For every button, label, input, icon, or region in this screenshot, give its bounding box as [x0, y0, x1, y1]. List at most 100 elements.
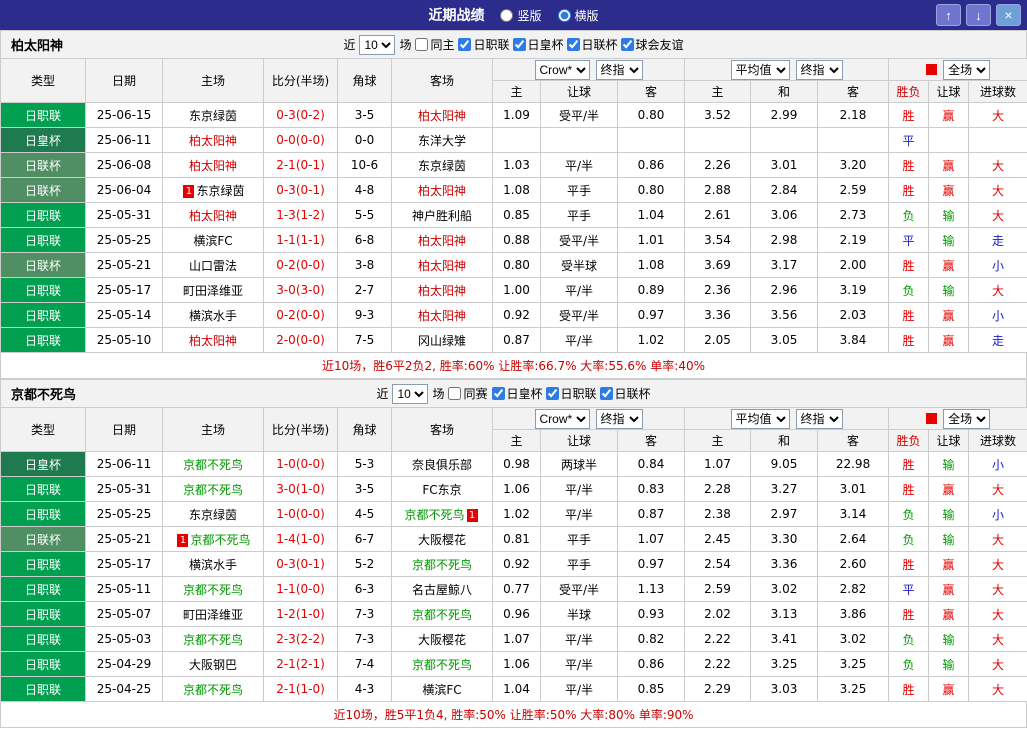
- league-checkbox[interactable]: [458, 38, 472, 51]
- home-team-link[interactable]: 京都不死鸟: [183, 583, 243, 597]
- home-team-link[interactable]: 柏太阳神: [189, 134, 237, 148]
- away-team-link[interactable]: 神户胜利船: [412, 209, 472, 223]
- same-checkbox[interactable]: [415, 38, 429, 51]
- away-team-cell: 大阪樱花: [391, 526, 493, 552]
- away-team-link[interactable]: 柏太阳神: [418, 309, 466, 323]
- layout-option-horizontal[interactable]: 横版: [557, 7, 599, 24]
- move-up-button[interactable]: ↑: [936, 4, 961, 26]
- home-team-link[interactable]: 柏太阳神: [189, 159, 237, 173]
- scope-select[interactable]: 全场: [943, 59, 991, 80]
- bookmaker-select[interactable]: Crow*: [534, 59, 590, 80]
- scope-select[interactable]: 全场: [943, 408, 991, 429]
- home-team-link[interactable]: 京都不死鸟: [183, 483, 243, 497]
- avg-odds-cell: 3.02: [817, 626, 890, 652]
- away-team-link[interactable]: FC东京: [422, 483, 461, 497]
- league-checkbox[interactable]: [491, 387, 505, 400]
- home-team-link[interactable]: 横滨水手: [189, 309, 237, 323]
- layout-option-vertical[interactable]: 竖版: [500, 7, 542, 24]
- average-stage-select[interactable]: 终指: [795, 59, 843, 80]
- league-filter[interactable]: 日职联: [545, 385, 597, 402]
- vertical-layout-radio[interactable]: [500, 8, 514, 22]
- home-team-link[interactable]: 町田泽维亚: [183, 284, 243, 298]
- home-team-link[interactable]: 京都不死鸟: [190, 533, 250, 547]
- odds-stage-select[interactable]: 终指: [595, 59, 643, 80]
- recent-label: 近: [376, 387, 389, 401]
- bookmaker-select[interactable]: Crow*: [534, 408, 590, 429]
- league-filter[interactable]: 日皇杯: [491, 385, 543, 402]
- home-team-link[interactable]: 柏太阳神: [189, 209, 237, 223]
- league-checkbox[interactable]: [545, 387, 559, 400]
- league-checkbox[interactable]: [512, 38, 526, 51]
- home-team-link[interactable]: 京都不死鸟: [183, 683, 243, 697]
- col-date: 日期: [85, 58, 163, 103]
- home-team-link[interactable]: 东京绿茵: [189, 109, 237, 123]
- league-filter[interactable]: 球会友谊: [620, 36, 684, 53]
- home-team-link[interactable]: 东京绿茵: [189, 508, 237, 522]
- away-team-link[interactable]: 东洋大学: [418, 134, 466, 148]
- away-team-link[interactable]: 柏太阳神: [418, 259, 466, 273]
- match-row: 日联杯 25-06-08 柏太阳神 2-1(0-1) 10-6 东京绿茵 1.03 平/半 0.…: [0, 152, 1027, 178]
- away-team-link[interactable]: 京都不死鸟: [404, 508, 464, 522]
- odds-stage-select[interactable]: 终指: [595, 408, 643, 429]
- home-team-link[interactable]: 京都不死鸟: [183, 458, 243, 472]
- away-team-link[interactable]: 柏太阳神: [418, 109, 466, 123]
- col-type: 类型: [0, 58, 86, 103]
- odds-cell: [492, 127, 541, 153]
- date-cell: 25-06-11: [85, 451, 163, 477]
- odds-cell: 0.93: [616, 601, 686, 627]
- league-filter[interactable]: 日职联: [458, 36, 510, 53]
- average-stage-select[interactable]: 终指: [795, 408, 843, 429]
- same-filter[interactable]: 同主: [415, 36, 454, 53]
- result-cell: 胜: [888, 451, 930, 477]
- goals-result-cell: 走: [968, 327, 1027, 353]
- home-team-link[interactable]: 京都不死鸟: [183, 633, 243, 647]
- recent-count-select[interactable]: 10: [392, 383, 429, 404]
- match-row: 日职联 25-05-25 横滨FC 1-1(1-1) 6-8 柏太阳神 0.88 受平/半 1.…: [0, 227, 1027, 253]
- away-team-link[interactable]: 大阪樱花: [418, 633, 466, 647]
- home-team-link[interactable]: 横滨水手: [189, 558, 237, 572]
- result-cell: 胜: [888, 152, 930, 178]
- avg-odds-cell: 3.25: [817, 651, 890, 677]
- match-row: 日职联 25-05-14 横滨水手 0-2(0-0) 9-3 柏太阳神 0.92 受平/半 0.…: [0, 302, 1027, 328]
- league-checkbox[interactable]: [620, 38, 634, 51]
- away-team-link[interactable]: 京都不死鸟: [412, 658, 472, 672]
- away-team-link[interactable]: 奈良俱乐部: [412, 458, 472, 472]
- home-team-link[interactable]: 柏太阳神: [189, 334, 237, 348]
- league-checkbox[interactable]: [566, 38, 580, 51]
- away-team-link[interactable]: 京都不死鸟: [412, 608, 472, 622]
- away-team-cell: 柏太阳神: [391, 227, 493, 253]
- league-filter[interactable]: 日联杯: [599, 385, 651, 402]
- away-team-link[interactable]: 横滨FC: [422, 683, 461, 697]
- average-select[interactable]: 平均值: [730, 59, 790, 80]
- avg-odds-cell: 2.73: [817, 202, 890, 228]
- away-team-link[interactable]: 柏太阳神: [418, 284, 466, 298]
- odds-cell: 0.97: [616, 302, 686, 328]
- away-team-link[interactable]: 名古屋鲸八: [412, 583, 472, 597]
- league-type-cell: 日职联: [0, 102, 86, 128]
- same-filter[interactable]: 同赛: [448, 385, 488, 402]
- away-team-link[interactable]: 东京绿茵: [418, 159, 466, 173]
- home-team-cell: 京都不死鸟: [162, 476, 264, 502]
- close-button[interactable]: ×: [996, 4, 1021, 26]
- league-checkbox[interactable]: [599, 387, 613, 400]
- home-team-link[interactable]: 大阪钢巴: [189, 658, 237, 672]
- recent-count-select[interactable]: 10: [359, 34, 396, 55]
- match-row: 日职联 25-06-15 东京绿茵 0-3(0-2) 3-5 柏太阳神 1.09 受平/半 0.…: [0, 102, 1027, 128]
- away-team-link[interactable]: 大阪樱花: [418, 533, 466, 547]
- league-filter[interactable]: 日联杯: [566, 36, 618, 53]
- horizontal-layout-radio[interactable]: [557, 8, 571, 22]
- league-filter[interactable]: 日皇杯: [512, 36, 564, 53]
- home-team-link[interactable]: 横滨FC: [193, 234, 232, 248]
- corner-cell: 5-2: [337, 551, 392, 577]
- home-team-link[interactable]: 东京绿茵: [196, 184, 244, 198]
- away-team-link[interactable]: 柏太阳神: [418, 184, 466, 198]
- same-checkbox[interactable]: [448, 387, 462, 400]
- move-down-button[interactable]: ↓: [966, 4, 991, 26]
- average-select[interactable]: 平均值: [730, 408, 790, 429]
- home-team-link[interactable]: 山口雷法: [189, 259, 237, 273]
- away-team-link[interactable]: 京都不死鸟: [412, 558, 472, 572]
- away-team-link[interactable]: 冈山绿雉: [418, 334, 466, 348]
- away-team-link[interactable]: 柏太阳神: [418, 234, 466, 248]
- score-cell: 1-2(1-0): [263, 601, 338, 627]
- home-team-link[interactable]: 町田泽维亚: [183, 608, 243, 622]
